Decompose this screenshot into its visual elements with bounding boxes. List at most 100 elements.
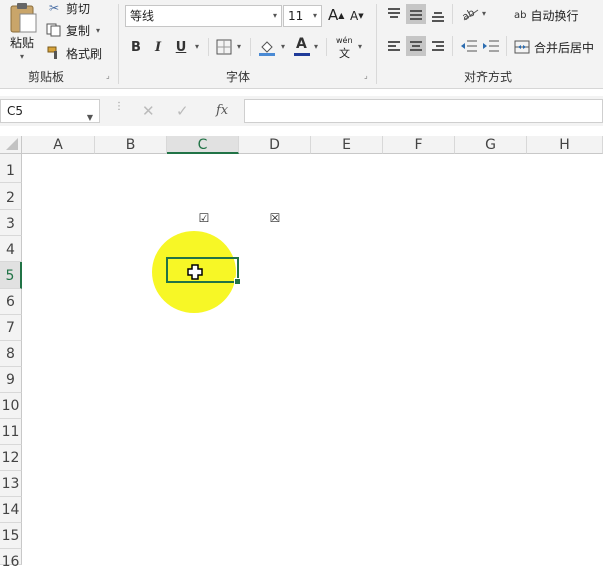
copy-label: 复制	[66, 23, 91, 38]
font-size-select[interactable]: 11 ▾	[283, 5, 322, 27]
format-painter-button[interactable]: 格式刷	[46, 45, 102, 61]
merge-center-label: 合并后居中	[534, 40, 595, 55]
row-header-7[interactable]: 7	[0, 315, 22, 341]
fill-color-dropdown-icon[interactable]: ▾	[281, 42, 285, 51]
row-header-14[interactable]: 14	[0, 497, 22, 523]
formula-input[interactable]	[244, 99, 603, 123]
cut-label: 剪切	[66, 1, 91, 16]
font-size-value: 11	[288, 9, 304, 23]
formula-bar-grip-icon[interactable]: ⋮	[114, 102, 124, 112]
row-header-5[interactable]: 5	[0, 262, 22, 289]
column-header-f[interactable]: F	[383, 136, 455, 154]
row-header-1[interactable]: 1	[0, 154, 22, 183]
row-header-9[interactable]: 9	[0, 367, 22, 393]
insert-function-icon[interactable]: fx	[216, 103, 228, 118]
column-header-g[interactable]: G	[455, 136, 527, 154]
shrink-font-icon: A	[350, 9, 359, 23]
top-align-button[interactable]	[384, 4, 404, 24]
checkbox-checked[interactable]: ☑	[198, 212, 210, 224]
checkbox-crossed[interactable]: ☒	[269, 212, 281, 224]
row-header-2[interactable]: 2	[0, 183, 22, 210]
row-header-16[interactable]: 16	[0, 549, 22, 570]
column-header-d[interactable]: D	[239, 136, 311, 154]
enter-icon[interactable]: ✓	[176, 102, 189, 120]
align-center-button[interactable]	[406, 36, 426, 56]
borders-icon[interactable]	[216, 39, 232, 55]
bottom-align-button[interactable]	[428, 4, 448, 24]
row-header-10[interactable]: 10	[0, 393, 22, 419]
row-header-3[interactable]: 3	[0, 210, 22, 236]
phonetic-top-label: wén	[336, 36, 353, 45]
clipboard-dialog-launcher-icon[interactable]: ⌟	[106, 72, 114, 80]
borders-dropdown-icon[interactable]: ▾	[237, 42, 241, 51]
divider	[118, 4, 119, 84]
fill-color-icon[interactable]	[258, 38, 276, 56]
row-header-11[interactable]: 11	[0, 419, 22, 445]
column-header-c[interactable]: C	[167, 136, 239, 154]
divider	[376, 4, 377, 84]
merge-center-button[interactable]: 合并后居中	[514, 38, 594, 56]
phonetic-guide-button[interactable]: wén 文	[334, 36, 356, 60]
divider	[250, 38, 251, 56]
cut-button[interactable]: ✂ 剪切	[46, 0, 90, 16]
font-color-button[interactable]: A	[294, 36, 310, 56]
row-header-15[interactable]: 15	[0, 523, 22, 549]
decrease-indent-icon[interactable]	[460, 38, 478, 54]
clipboard-group-label: 剪贴板	[28, 70, 65, 84]
bold-button[interactable]: B	[128, 38, 144, 56]
decrease-font-size-button[interactable]: A ▼	[350, 8, 364, 24]
name-box[interactable]: C5 ▼	[0, 99, 100, 123]
divider	[452, 4, 453, 24]
cursor-cross-icon	[187, 264, 203, 280]
row-header-13[interactable]: 13	[0, 471, 22, 497]
orientation-icon: ab	[461, 7, 479, 23]
ribbon: 粘贴 ▾ ✂ 剪切 复制 ▾ 格式刷 剪贴板 ⌟ 等线 ▾ 11 ▾ A ▲ A ▼…	[0, 0, 603, 89]
italic-button[interactable]: I	[150, 38, 166, 56]
wrap-text-icon: ab	[514, 9, 527, 21]
name-box-value: C5	[7, 104, 24, 118]
copy-icon	[46, 23, 61, 37]
paste-label: 粘贴	[10, 36, 35, 50]
font-family-value: 等线	[130, 9, 155, 23]
increase-font-size-button[interactable]: A ▲	[328, 6, 344, 24]
clipboard-icon	[10, 3, 37, 33]
column-header-a[interactable]: A	[22, 136, 95, 154]
font-color-dropdown-icon[interactable]: ▾	[314, 42, 318, 51]
font-group-label: 字体	[226, 70, 251, 84]
phonetic-dropdown-icon[interactable]: ▾	[358, 42, 362, 51]
alignment-group-label: 对齐方式	[464, 70, 513, 84]
orientation-dropdown-icon: ▾	[482, 9, 487, 18]
orientation-button[interactable]: ab ▾	[460, 4, 488, 24]
divider	[208, 38, 209, 56]
underline-button[interactable]: U	[173, 38, 189, 56]
select-all-icon	[6, 138, 18, 150]
grid-area[interactable]	[22, 154, 603, 565]
merge-icon	[514, 40, 530, 54]
font-family-select[interactable]: 等线 ▾	[125, 5, 282, 27]
align-left-button[interactable]	[384, 36, 404, 56]
row-header-6[interactable]: 6	[0, 289, 22, 315]
increase-indent-icon[interactable]	[482, 38, 500, 54]
svg-text:ab: ab	[461, 7, 477, 22]
copy-dropdown-icon[interactable]: ▾	[96, 26, 100, 35]
row-header-4[interactable]: 4	[0, 236, 22, 262]
wrap-text-button[interactable]: ab 自动换行	[514, 6, 579, 24]
copy-button[interactable]: 复制 ▾	[46, 22, 100, 38]
column-header-h[interactable]: H	[527, 136, 603, 154]
wrap-text-label: 自动换行	[530, 8, 579, 23]
underline-dropdown-icon[interactable]: ▾	[195, 42, 199, 51]
column-header-e[interactable]: E	[311, 136, 383, 154]
paste-button[interactable]: 粘贴 ▾	[4, 2, 42, 62]
select-all-button[interactable]	[0, 136, 22, 154]
paste-dropdown-icon[interactable]: ▾	[20, 52, 24, 61]
column-header-b[interactable]: B	[95, 136, 167, 154]
divider	[452, 36, 453, 56]
font-dialog-launcher-icon[interactable]: ⌟	[364, 72, 372, 80]
cancel-icon[interactable]: ✕	[142, 102, 155, 120]
name-box-dropdown-icon: ▼	[86, 113, 93, 122]
fill-handle[interactable]	[234, 278, 241, 285]
align-right-button[interactable]	[428, 36, 448, 56]
row-header-12[interactable]: 12	[0, 445, 22, 471]
row-header-8[interactable]: 8	[0, 341, 22, 367]
middle-align-button[interactable]	[406, 4, 426, 24]
